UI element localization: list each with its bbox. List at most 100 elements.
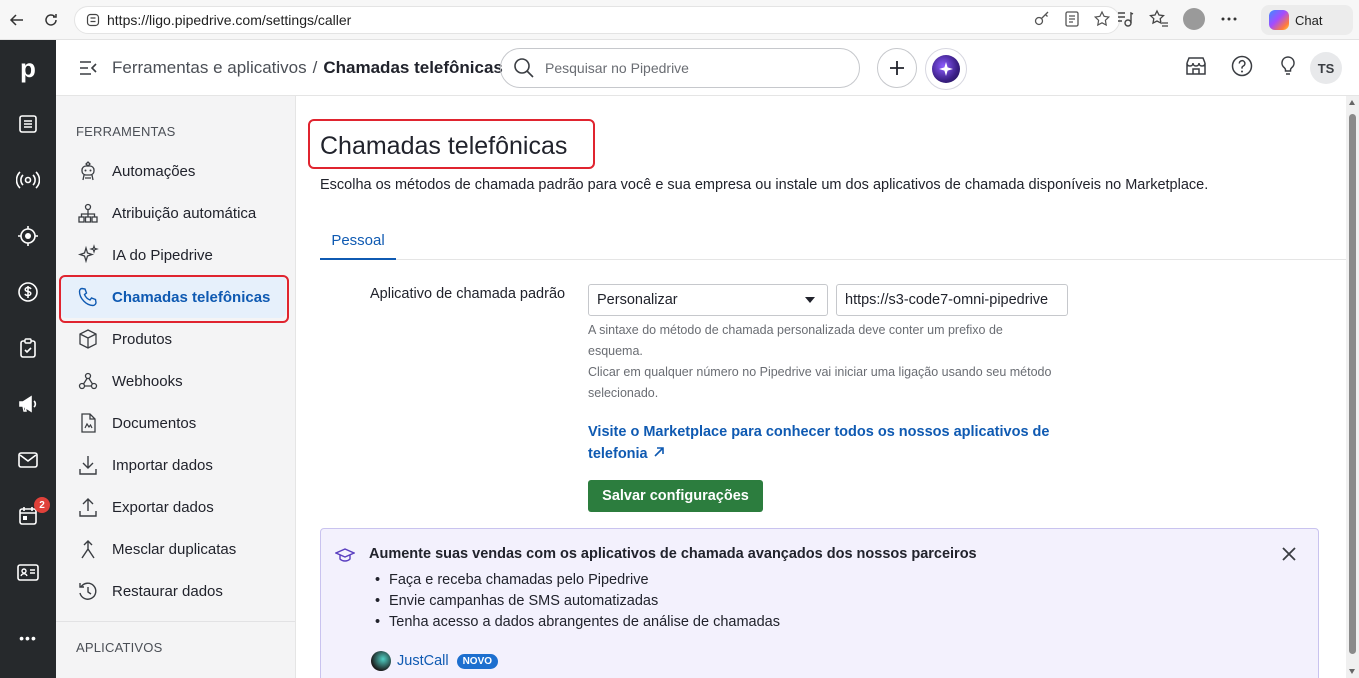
select-value: Personalizar [597,292,678,308]
favorites-icon[interactable] [1149,9,1169,29]
calling-app-select[interactable]: Personalizar [588,284,828,316]
section-apps-title: APLICATIVOS [76,640,163,655]
logo-letter: p [20,52,36,83]
export-icon [76,495,100,519]
sidebar-item-auto-assignment[interactable]: Atribuição automática [60,192,286,234]
banner-title: Aumente suas vendas com os aplicativos d… [369,546,977,562]
sidebar-item-webhooks[interactable]: Webhooks [60,360,286,402]
notification-badge: 2 [34,497,50,513]
global-search[interactable] [500,48,860,88]
key-icon[interactable] [1033,10,1051,28]
scroll-down-arrow-icon[interactable] [1349,669,1355,674]
justcall-logo-icon [371,651,391,671]
merge-icon [76,537,100,561]
sidebar-item-merge-duplicates[interactable]: Mesclar duplicatas [60,528,286,570]
page-scrollbar[interactable] [1346,96,1359,678]
nav-more[interactable]: ••• [0,610,56,666]
section-tools-title: FERRAMENTAS [76,124,176,139]
leads-inbox-icon [19,115,37,133]
partner-name: JustCall [397,653,449,669]
nav-radar[interactable] [0,152,56,208]
plus-icon [890,61,904,75]
sidebar-item-products[interactable]: Produtos [60,318,286,360]
hint-text-line: esquema. [588,344,643,358]
breadcrumb: Ferramentas e aplicativos / Chamadas telef… [112,58,503,78]
user-avatar[interactable]: TS [1310,52,1342,84]
sidebar-item-label: Mesclar duplicatas [112,540,237,558]
sparkle-icon [76,243,100,267]
nav-contacts[interactable] [0,544,56,600]
favorite-star-icon[interactable] [1093,10,1111,28]
url-text: https://ligo.pipedrive.com/settings/call… [107,12,352,28]
sidebar-item-label: Atribuição automática [112,204,257,222]
main-navigation-rail: p 2 ••• [0,40,56,678]
sidebar-item-automations[interactable]: Automações [60,150,286,192]
search-icon [514,58,534,78]
more-options-icon[interactable] [1219,9,1239,29]
browser-actions [1115,8,1239,30]
nav-calendar[interactable]: 2 [0,488,56,544]
hint-text-line: A sintaxe do método de chamada personali… [588,323,1003,337]
list-item: Faça e receba chamadas pelo Pipedrive [389,570,780,591]
reload-button[interactable] [34,0,68,40]
highlight-frame-title [308,119,595,169]
reload-icon [45,13,57,26]
list-item: Tenha acesso a dados abrangentes de anál… [389,612,780,633]
scrollbar-thumb[interactable] [1349,114,1356,654]
robot-icon [76,159,100,183]
tab-personal[interactable]: Pessoal [320,222,396,260]
sidebar-item-export-data[interactable]: Exportar dados [60,486,286,528]
header-actions [1184,54,1300,78]
arrow-left-icon [9,13,23,26]
external-link-arrow-icon [654,447,664,457]
nav-mail[interactable] [0,432,56,488]
partner-apps-banner: Aumente suas vendas com os aplicativos d… [320,528,1319,678]
nav-deals[interactable] [0,208,56,264]
marketplace-link[interactable]: Visite o Marketplace para conhecer todos… [588,421,1058,465]
sidebar-item-label: Documentos [112,414,197,432]
site-info-icon[interactable] [85,12,101,28]
sidebar-item-label: Webhooks [112,372,183,390]
profile-avatar[interactable] [1183,8,1205,30]
nav-campaigns[interactable] [0,376,56,432]
collapse-menu-icon[interactable] [78,58,98,78]
copilot-chat-button[interactable]: Chat [1261,5,1353,35]
partner-justcall[interactable]: JustCall NOVO [371,651,499,671]
sidebar-item-restore-data[interactable]: Restaurar dados [60,570,286,612]
graduation-cap-icon [335,548,355,562]
back-button[interactable] [0,0,34,40]
address-bar[interactable]: https://ligo.pipedrive.com/settings/call… [74,6,1120,34]
quick-add-button[interactable] [877,48,917,88]
close-icon[interactable] [1280,545,1298,563]
clipboard-check-icon [20,338,36,358]
breadcrumb-current: Chamadas telefônicas [323,58,503,77]
document-icon [76,411,100,435]
more-dots-icon: ••• [19,630,37,646]
assignment-icon [76,201,100,225]
reader-mode-icon[interactable] [1063,10,1081,28]
ai-assistant-button[interactable] [925,48,967,90]
nav-revenue[interactable] [0,264,56,320]
lightbulb-icon[interactable] [1276,54,1300,78]
hint-text-line: selecionado. [588,386,659,400]
pipedrive-logo[interactable]: p [0,40,56,96]
marketplace-store-icon[interactable] [1184,54,1208,78]
ai-orb [932,55,960,83]
custom-call-url-input[interactable] [836,284,1068,316]
sidebar-item-documents[interactable]: Documentos [60,402,286,444]
sidebar-item-import-data[interactable]: Importar dados [60,444,286,486]
breadcrumb-parent[interactable]: Ferramentas e aplicativos [112,58,307,77]
sparkle-icon [939,62,953,76]
contact-card-icon [17,564,39,581]
copilot-icon [1269,10,1289,30]
nav-activities[interactable] [0,320,56,376]
save-settings-button[interactable]: Salvar configurações [588,480,763,512]
media-icon[interactable] [1115,9,1135,29]
scroll-up-arrow-icon[interactable] [1349,100,1355,105]
sidebar-item-pipedrive-ai[interactable]: IA do Pipedrive [60,234,286,276]
nav-leads[interactable] [0,96,56,152]
app-header: Ferramentas e aplicativos / Chamadas telef… [56,40,1359,96]
search-input[interactable] [545,60,835,76]
restore-icon [76,579,100,603]
help-icon[interactable] [1230,54,1254,78]
